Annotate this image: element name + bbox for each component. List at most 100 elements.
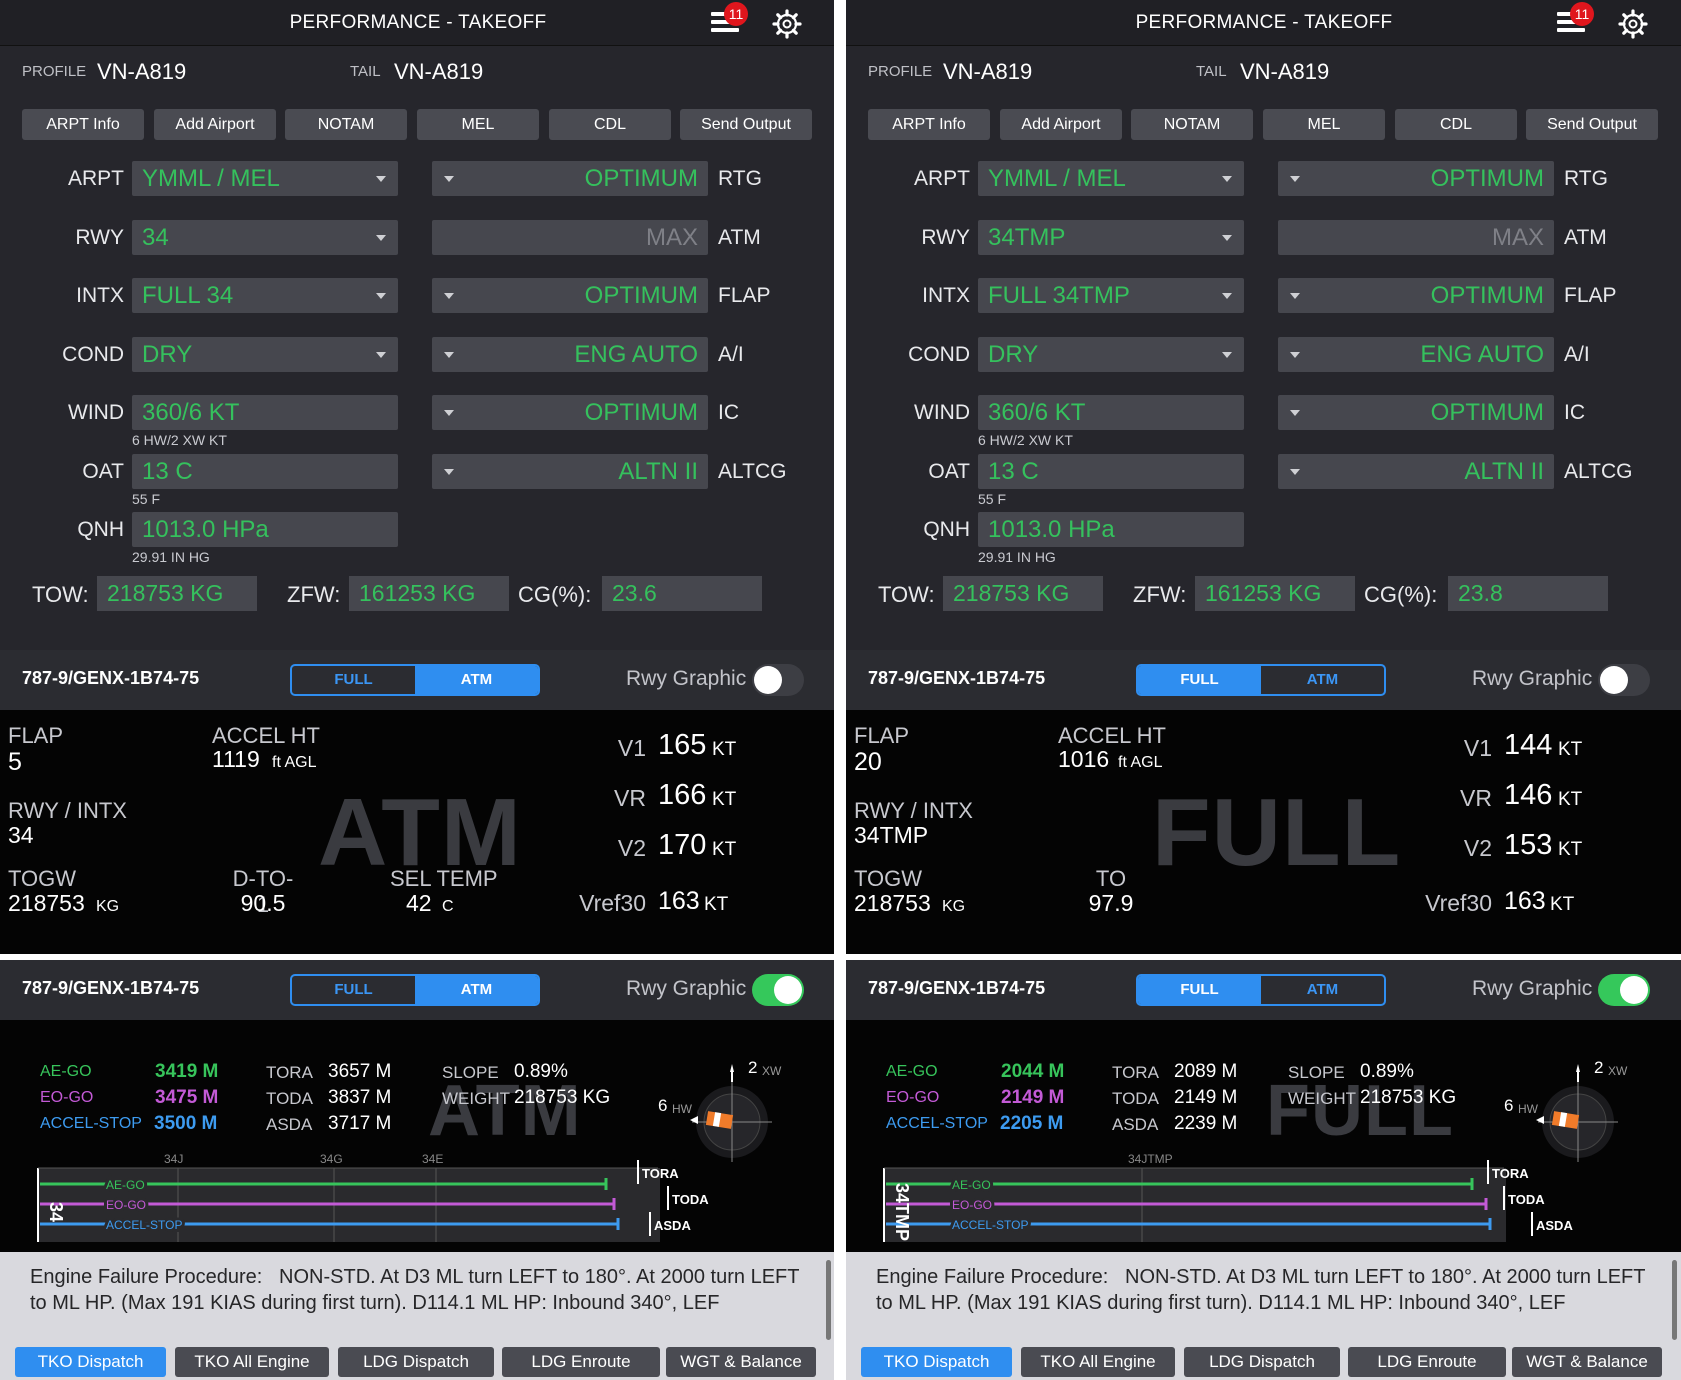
atm-field[interactable]: MAX — [432, 219, 708, 255]
oat-field[interactable]: 13 C — [978, 453, 1244, 489]
tab-ldg-enroute[interactable]: LDG Enroute — [1348, 1347, 1506, 1377]
tab-wgt-balance[interactable]: WGT & Balance — [1512, 1347, 1662, 1377]
label-arpt: ARPT — [67, 167, 124, 190]
runway-graphic-screen-atm: 787-9/GENX-1B74-75 FULL ATM Rwy Graphic ATM A… — [0, 960, 834, 1380]
arpt-field[interactable]: YMML / MEL — [978, 161, 1244, 196]
runway-designator: 34TMP — [892, 1183, 912, 1241]
ai-field[interactable]: ENG AUTO — [432, 336, 708, 372]
arpt-field[interactable]: YMML / MEL — [132, 161, 398, 196]
label-cond: COND — [62, 342, 124, 366]
cg-field[interactable]: 23.6 — [602, 576, 762, 611]
rwy-value: 34 — [142, 223, 169, 251]
flap-label: FLAP — [854, 723, 910, 748]
v1-unit: KT — [712, 739, 737, 760]
rwy-graphic-toggle[interactable] — [752, 664, 804, 696]
cond-field[interactable]: DRY — [132, 336, 398, 372]
cg-field[interactable]: 23.8 — [1448, 576, 1608, 611]
ic-field[interactable]: OPTIMUM — [432, 395, 708, 430]
segment-full[interactable]: FULL — [1138, 976, 1261, 1004]
mel-button[interactable]: MEL — [417, 109, 539, 140]
rwy-field[interactable]: 34 — [132, 219, 398, 255]
accel-stop-line-label: ACCEL-STOP — [952, 1218, 1028, 1232]
tab-ldg-enroute[interactable]: LDG Enroute — [502, 1347, 660, 1377]
add-airport-button[interactable]: Add Airport — [154, 109, 276, 140]
arpt-info-button[interactable]: ARPT Info — [868, 109, 990, 140]
tow-field[interactable]: 218753 KG — [943, 576, 1103, 611]
notam-button[interactable]: NOTAM — [285, 109, 407, 140]
tab-tko-dispatch[interactable]: TKO Dispatch — [861, 1347, 1012, 1377]
flap-field[interactable]: OPTIMUM — [1278, 278, 1554, 313]
crosswind-unit: XW — [1608, 1064, 1628, 1078]
rwy-graphic-toggle[interactable] — [1598, 974, 1650, 1006]
qnh-field[interactable]: 1013.0 HPa — [132, 512, 398, 547]
rwy-field[interactable]: 34TMP — [978, 219, 1244, 255]
send-output-button[interactable]: Send Output — [1526, 109, 1658, 140]
label-intx: INTX — [76, 284, 124, 307]
cdl-button[interactable]: CDL — [549, 109, 671, 140]
tow-field[interactable]: 218753 KG — [97, 576, 257, 611]
segment-atm[interactable]: ATM — [1261, 666, 1384, 694]
rwy-graphic-toggle[interactable] — [752, 974, 804, 1006]
ic-field[interactable]: OPTIMUM — [1278, 395, 1554, 430]
altcg-field[interactable]: ALTN II — [1278, 453, 1554, 489]
headwind-value: 6 — [658, 1096, 668, 1115]
notification-badge: 11 — [724, 2, 748, 26]
zfw-field[interactable]: 161253 KG — [349, 576, 509, 611]
flap-field[interactable]: OPTIMUM — [432, 278, 708, 313]
add-airport-button[interactable]: Add Airport — [1000, 109, 1122, 140]
cdl-button[interactable]: CDL — [1395, 109, 1517, 140]
aircraft-type: 787-9/GENX-1B74-75 — [22, 978, 200, 998]
wind-field[interactable]: 360/6 KT — [978, 395, 1244, 430]
rwy-graphic-toggle[interactable] — [1598, 664, 1650, 696]
tab-ldg-dispatch[interactable]: LDG Dispatch — [1184, 1347, 1340, 1377]
ai-value: ENG AUTO — [574, 340, 698, 368]
segment-full[interactable]: FULL — [1138, 666, 1261, 694]
intx-field[interactable]: FULL 34TMP — [978, 278, 1244, 313]
cond-field[interactable]: DRY — [978, 336, 1244, 372]
arpt-value: YMML / MEL — [988, 165, 1126, 192]
accel-stop-line-label: ACCEL-STOP — [106, 1218, 182, 1232]
weight-value: 218753 KG — [1360, 1087, 1457, 1108]
intx-field[interactable]: FULL 34 — [132, 278, 398, 313]
rwy-intx-value: 34 — [8, 822, 34, 848]
segment-full[interactable]: FULL — [292, 666, 415, 694]
cg-label: CG(%): — [518, 582, 592, 607]
tab-wgt-balance[interactable]: WGT & Balance — [666, 1347, 816, 1377]
takeoff-input-screen-full: PERFORMANCE - TAKEOFF 11 PROFILE VN-A819 TAI… — [846, 0, 1681, 954]
chevron-down-icon — [444, 351, 454, 358]
notam-button[interactable]: NOTAM — [1131, 109, 1253, 140]
mel-button[interactable]: MEL — [1263, 109, 1385, 140]
cond-value: DRY — [988, 340, 1039, 368]
gear-icon[interactable] — [772, 9, 802, 39]
windsock-stripe — [1558, 1112, 1568, 1127]
arpt-info-button[interactable]: ARPT Info — [22, 109, 144, 140]
asda-label: ASDA — [266, 1115, 313, 1134]
chevron-down-icon — [444, 293, 454, 299]
oat-field[interactable]: 13 C — [132, 453, 398, 489]
tab-tko-dispatch[interactable]: TKO Dispatch — [15, 1347, 166, 1377]
segment-atm[interactable]: ATM — [415, 976, 538, 1004]
toda-marker-label: TODA — [672, 1192, 709, 1207]
segment-full[interactable]: FULL — [292, 976, 415, 1004]
arpt-value: YMML / MEL — [142, 165, 280, 192]
qnh-field[interactable]: 1013.0 HPa — [978, 512, 1244, 547]
rtg-field[interactable]: OPTIMUM — [432, 161, 708, 196]
gear-icon[interactable] — [1618, 9, 1648, 39]
mode-segmented-control: FULL ATM — [290, 664, 540, 696]
tab-tko-all-engine[interactable]: TKO All Engine — [175, 1347, 329, 1377]
segment-atm[interactable]: ATM — [1261, 976, 1384, 1004]
send-output-button[interactable]: Send Output — [680, 109, 812, 140]
segment-atm[interactable]: ATM — [415, 666, 538, 694]
atm-field[interactable]: MAX — [1278, 219, 1554, 255]
eo-go-line-label: EO-GO — [952, 1198, 992, 1212]
ai-field[interactable]: ENG AUTO — [1278, 336, 1554, 372]
wind-field[interactable]: 360/6 KT — [132, 395, 398, 430]
rtg-field[interactable]: OPTIMUM — [1278, 161, 1554, 196]
tab-ldg-dispatch[interactable]: LDG Dispatch — [338, 1347, 494, 1377]
label-ic: IC — [1564, 401, 1585, 424]
label-rwy: RWY — [921, 225, 970, 249]
vref-value: 163 — [658, 887, 700, 915]
altcg-field[interactable]: ALTN II — [432, 453, 708, 489]
zfw-field[interactable]: 161253 KG — [1195, 576, 1355, 611]
tab-tko-all-engine[interactable]: TKO All Engine — [1021, 1347, 1175, 1377]
